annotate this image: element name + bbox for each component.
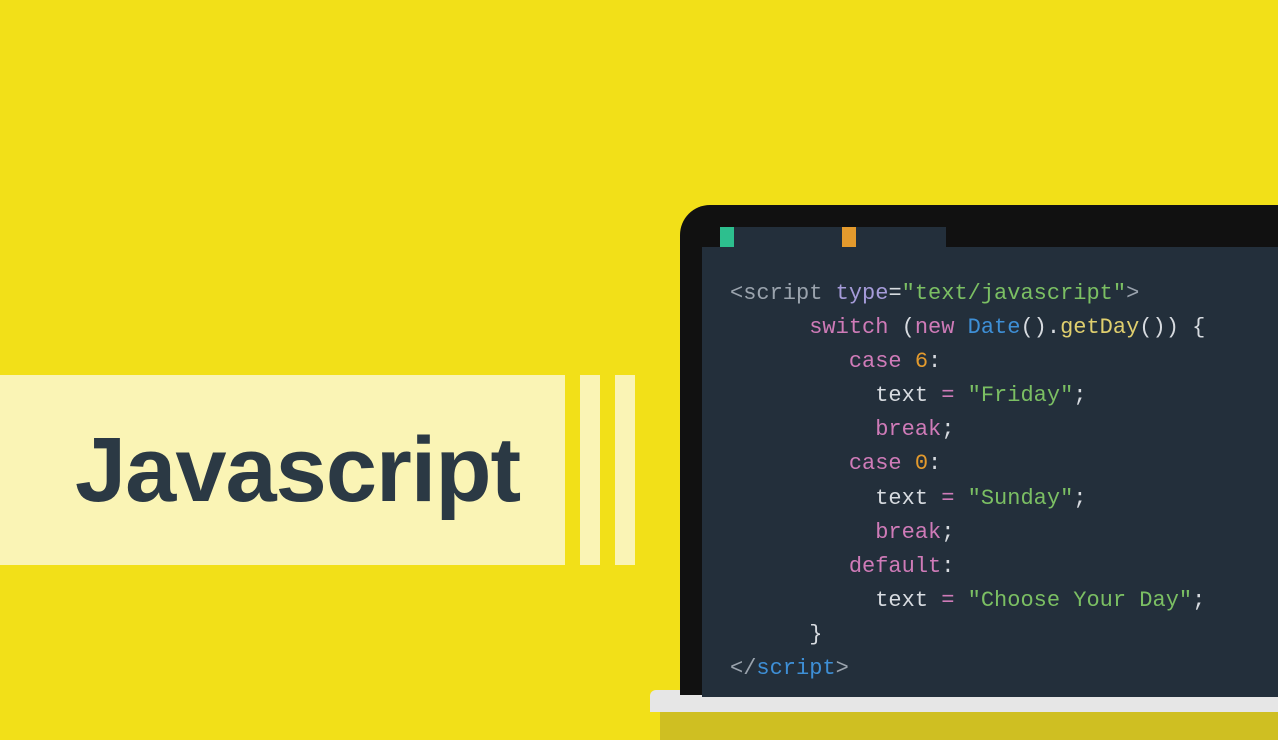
code-token: case [849, 349, 902, 374]
code-token: > [1126, 281, 1139, 306]
code-token: text [875, 588, 941, 613]
laptop-bezel: <script type="text/javascript"> switch (… [680, 205, 1278, 695]
code-token: = [888, 281, 901, 306]
tab-indicator-active [720, 227, 734, 247]
editor-tab [856, 227, 946, 247]
title-banner: Javascript [0, 375, 565, 565]
code-token: (). [1020, 315, 1060, 340]
code-token: new [915, 315, 955, 340]
code-token: break [875, 520, 941, 545]
editor-tab [734, 227, 842, 247]
code-token: : [928, 451, 941, 476]
editor-tabs [702, 227, 1278, 247]
tab-bar-empty [946, 227, 1278, 247]
code-token: : [941, 554, 954, 579]
code-token: = [941, 588, 954, 613]
code-token: } [809, 622, 822, 647]
code-token: ; [941, 520, 954, 545]
code-token: </ [730, 656, 756, 681]
code-token: type [822, 281, 888, 306]
code-token: ()) { [1139, 315, 1205, 340]
code-token: "Friday" [954, 383, 1073, 408]
code-token: text [875, 486, 941, 511]
code-token: 6 [902, 349, 928, 374]
code-token: Date [954, 315, 1020, 340]
code-token: "Choose Your Day" [954, 588, 1192, 613]
code-token: = [941, 383, 954, 408]
code-block: <script type="text/javascript"> switch (… [702, 247, 1278, 686]
code-token: script [756, 656, 835, 681]
laptop-screen: <script type="text/javascript"> switch (… [702, 227, 1278, 697]
code-token: = [941, 486, 954, 511]
decor-stripe [615, 375, 635, 565]
code-token: > [836, 656, 849, 681]
code-token: "text/javascript" [902, 281, 1126, 306]
code-token: ; [1073, 486, 1086, 511]
tab-indicator-modified [842, 227, 856, 247]
code-token: 0 [902, 451, 928, 476]
code-token: ; [1192, 588, 1205, 613]
code-token: switch [809, 315, 888, 340]
code-token: <script [730, 281, 822, 306]
code-token: ( [888, 315, 914, 340]
code-token: ; [1073, 383, 1086, 408]
code-token: case [849, 451, 902, 476]
code-token: : [928, 349, 941, 374]
code-token: text [875, 383, 941, 408]
decor-stripe [580, 375, 600, 565]
code-token: break [875, 417, 941, 442]
code-token: ; [941, 417, 954, 442]
code-token: getDay [1060, 315, 1139, 340]
code-token: "Sunday" [954, 486, 1073, 511]
page-title: Javascript [0, 418, 520, 523]
code-token: default [849, 554, 941, 579]
